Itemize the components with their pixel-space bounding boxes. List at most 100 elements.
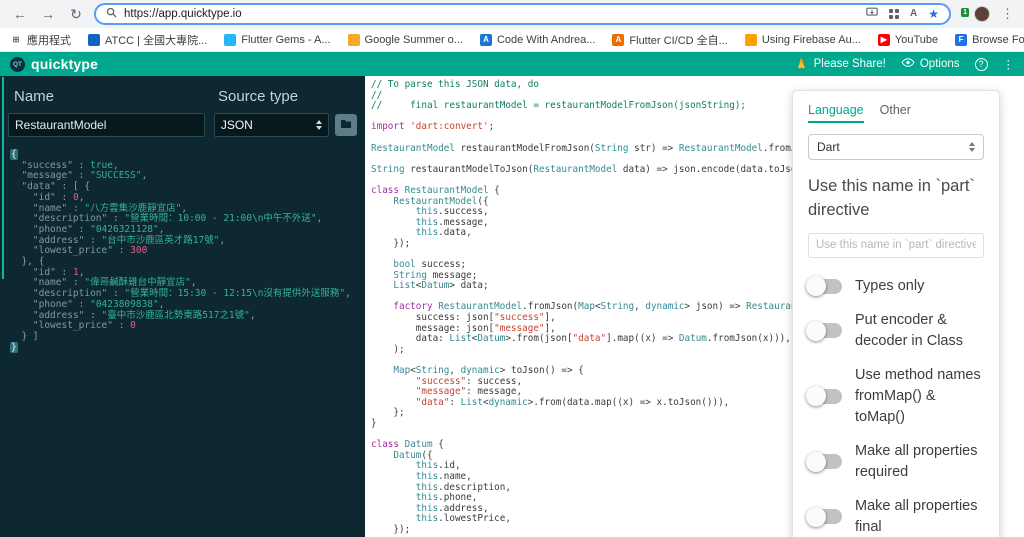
- json-editor[interactable]: { "success" : true, "message" : "SUCCESS…: [0, 149, 365, 353]
- bookmark-item[interactable]: Google Summer o...: [347, 33, 463, 46]
- bookmark-label: Code With Andrea...: [496, 33, 596, 46]
- bookmark-label: Flutter CI/CD 全自...: [629, 34, 728, 47]
- toggle-knob: [806, 320, 826, 341]
- source-panel: Name Source type JSON { "suc: [0, 76, 365, 537]
- screen: ← → ↻ https://app.quicktype.io A ★ 61 ⋮: [0, 0, 1024, 537]
- part-directive-label: Use this name in `part` directive: [808, 177, 975, 219]
- select-arrows-icon: [316, 120, 323, 130]
- toggle-label: Types only: [855, 277, 925, 294]
- toggle-knob: [806, 506, 826, 527]
- address-bar[interactable]: https://app.quicktype.io A ★: [94, 3, 951, 25]
- bookmark-favicon: [88, 33, 100, 46]
- toggle-switch[interactable]: [806, 451, 842, 472]
- tab-groups-icon[interactable]: [889, 9, 899, 19]
- toggle-label: Put encoder & decoder in Class: [855, 311, 963, 349]
- toggle-knob: [806, 386, 826, 407]
- bookmark-favicon: [744, 33, 757, 46]
- bookmark-item[interactable]: ⊞ 應用程式: [10, 32, 71, 48]
- bookmark-favicon: ▶: [877, 33, 890, 46]
- tab-language[interactable]: Language: [808, 103, 864, 123]
- source-type-select[interactable]: JSON: [213, 113, 330, 137]
- bookmark-star-icon[interactable]: ★: [928, 8, 939, 20]
- reload-icon[interactable]: ↻: [66, 7, 86, 21]
- options-label: Options: [919, 58, 960, 70]
- name-input[interactable]: [8, 113, 205, 137]
- help-button[interactable]: ?: [974, 57, 988, 71]
- toggle-switch[interactable]: [806, 276, 842, 297]
- install-app-icon[interactable]: [866, 5, 878, 23]
- bookmark-label: Using Firebase Au...: [761, 33, 861, 46]
- toggle-switch[interactable]: [806, 320, 842, 341]
- toggle-switch[interactable]: [806, 386, 842, 407]
- editor-accent-line: [2, 77, 4, 279]
- toggle-label: Use method names fromMap() & toMap(): [855, 366, 981, 425]
- bookmark-item[interactable]: ATCC | 全國大專院...: [88, 32, 207, 48]
- toggle-row: Make all properties required: [806, 441, 984, 483]
- profile-avatar[interactable]: [974, 6, 990, 22]
- eye-icon: [901, 58, 915, 70]
- code-line: "lowest_price" : 0: [32, 320, 136, 332]
- bookmark-label: Flutter Gems - A...: [241, 33, 331, 46]
- code-line: "lowest_price" : 300: [32, 245, 148, 257]
- bookmark-item[interactable]: Flutter Gems - A...: [224, 33, 331, 46]
- bookmark-favicon: [347, 33, 360, 46]
- bookmark-label: ATCC | 全國大專院...: [105, 34, 208, 47]
- forward-icon[interactable]: →: [38, 7, 58, 21]
- toggle-switch[interactable]: [806, 506, 842, 527]
- source-type-value: JSON: [220, 118, 253, 132]
- bookmark-label: Browse Fonts - G...: [972, 33, 1024, 46]
- bookmarks-bar: ⊞ 應用程式 ATCC | 全國大專院... Flutter Gems - A.…: [0, 28, 1024, 52]
- language-select[interactable]: Dart: [808, 134, 984, 160]
- bookmark-label: YouTube: [894, 33, 939, 46]
- toggle-label: Make all properties required: [855, 442, 978, 480]
- bookmark-item[interactable]: A Flutter CI/CD 全自...: [612, 32, 728, 48]
- bookmark-item[interactable]: F Browse Fonts - G...: [955, 33, 1024, 46]
- please-share-label: Please Share!: [813, 58, 886, 70]
- bookmark-label: Google Summer o...: [364, 33, 463, 46]
- bookmark-item[interactable]: ▶ YouTube: [877, 33, 939, 46]
- toggles-list: Types only Put encoder & decoder in Clas…: [806, 276, 984, 537]
- extension-badge: 1: [961, 8, 969, 17]
- browser-toolbar: ← → ↻ https://app.quicktype.io A ★ 61 ⋮: [0, 0, 1024, 28]
- browser-menu-icon[interactable]: ⋮: [1001, 6, 1014, 22]
- bookmark-label: 應用程式: [27, 34, 71, 47]
- please-share-button[interactable]: 🙏 Please Share!: [795, 58, 886, 71]
- language-value: Dart: [817, 140, 840, 154]
- quicktype-logo: QT: [10, 56, 25, 72]
- bookmark-item[interactable]: Using Firebase Au...: [744, 33, 861, 46]
- toggle-row: Put encoder & decoder in Class: [806, 310, 984, 352]
- options-tabs: Language Other: [808, 103, 984, 123]
- url-text[interactable]: https://app.quicktype.io: [124, 8, 859, 20]
- bookmark-favicon: F: [955, 33, 968, 46]
- app-title: quicktype: [31, 56, 99, 72]
- bookmark-favicon: ⊞: [12, 34, 20, 44]
- bookmark-favicon: A: [479, 33, 492, 46]
- code-line: } ]: [10, 330, 39, 342]
- app-header: QT quicktype 🙏 Please Share! Options ? ⋮: [0, 52, 1024, 76]
- translate-icon[interactable]: A: [910, 9, 917, 19]
- extensions-area: 61 ⋮: [961, 6, 1014, 22]
- search-icon: [106, 5, 117, 23]
- toggle-row: Types only: [806, 276, 984, 297]
- toggle-label: Make all properties final: [855, 497, 978, 535]
- open-file-button[interactable]: [335, 114, 357, 136]
- select-arrows-icon: [969, 142, 975, 152]
- back-icon[interactable]: ←: [10, 7, 30, 21]
- part-directive-input[interactable]: [808, 232, 984, 258]
- pray-emoji-icon: 🙏: [794, 58, 809, 71]
- bookmark-favicon: A: [612, 33, 625, 46]
- bookmark-favicon: [224, 33, 237, 46]
- toggle-row: Make all properties final: [806, 496, 984, 537]
- options-button[interactable]: Options: [901, 58, 960, 70]
- tab-other[interactable]: Other: [880, 103, 911, 123]
- code-line: // To parse this JSON data, do: [371, 79, 539, 90]
- toggle-row: Use method names fromMap() & toMap(): [806, 365, 984, 428]
- name-label: Name: [14, 88, 55, 105]
- bookmark-item[interactable]: A Code With Andrea...: [479, 33, 596, 46]
- main-area: Name Source type JSON { "suc: [0, 76, 1024, 537]
- code-line: }: [10, 341, 18, 353]
- source-type-label: Source type: [218, 88, 299, 105]
- header-menu-icon[interactable]: ⋮: [1003, 57, 1015, 71]
- folder-icon: [340, 116, 352, 134]
- options-panel: Language Other Dart Use this name in `pa…: [792, 90, 1000, 537]
